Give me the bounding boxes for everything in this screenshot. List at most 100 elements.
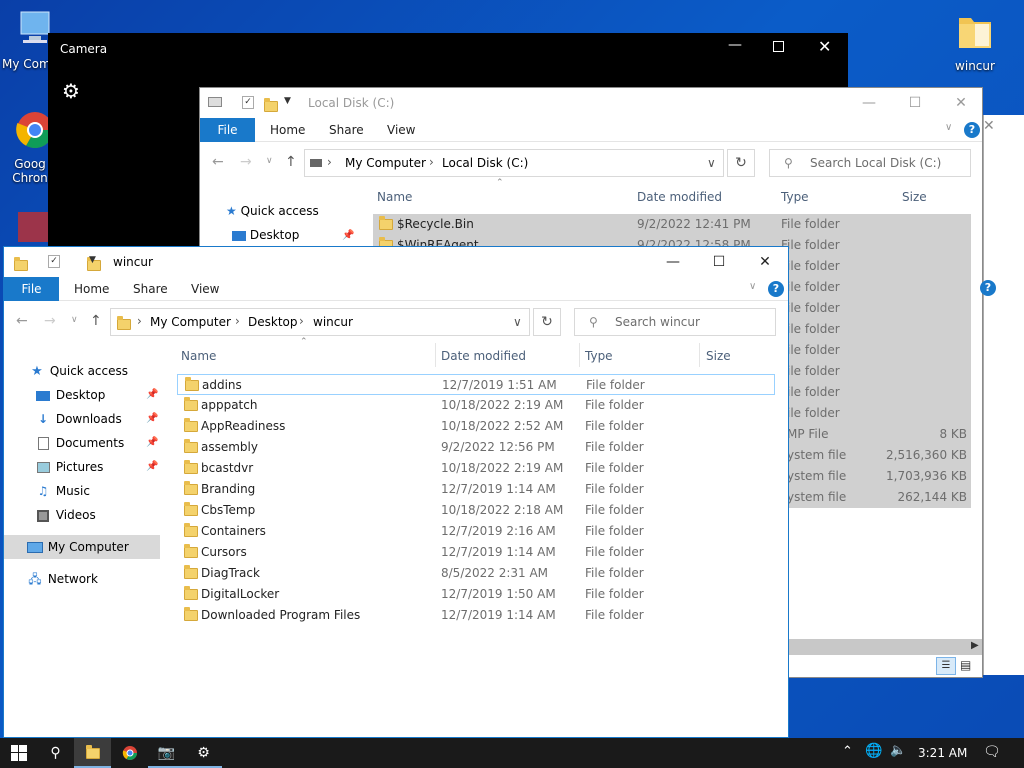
nav-item-videos[interactable]: Videos bbox=[34, 503, 96, 527]
nav-item-network[interactable]: 🖧 Network bbox=[26, 567, 98, 591]
network-icon[interactable]: 🌐 bbox=[865, 743, 882, 759]
nav-desktop[interactable]: Desktop bbox=[232, 223, 299, 247]
properties-icon[interactable]: ✓ bbox=[48, 255, 60, 268]
forward-icon[interactable]: → bbox=[44, 313, 56, 329]
address-bar[interactable]: › My Computer › Desktop › wincur ∨ bbox=[110, 308, 530, 336]
title-bar[interactable]: ✓ ▼ wincur — ☐ ✕ bbox=[4, 247, 788, 277]
nav-item-music[interactable]: ♫ Music bbox=[34, 479, 90, 503]
nav-item-downloads[interactable]: ↓ Downloads bbox=[34, 407, 122, 431]
back-icon[interactable]: ← bbox=[212, 154, 224, 170]
refresh-button[interactable]: ↻ bbox=[533, 308, 561, 336]
clock[interactable]: 3:21 AM bbox=[918, 746, 967, 760]
table-row[interactable]: CbsTemp 10/18/2022 2:18 AM File folder bbox=[177, 500, 775, 521]
column-header-date[interactable]: Date modified bbox=[637, 190, 722, 204]
tab-file[interactable]: File bbox=[200, 118, 255, 142]
minimize-button[interactable]: — bbox=[846, 88, 892, 118]
column-header-name[interactable]: Name bbox=[377, 190, 412, 204]
breadcrumb-item[interactable]: Desktop bbox=[248, 315, 298, 329]
qat-dropdown-icon[interactable]: ▼ bbox=[284, 96, 291, 106]
table-row[interactable]: Branding 12/7/2019 1:14 AM File folder bbox=[177, 479, 775, 500]
taskbar-file-explorer[interactable] bbox=[74, 738, 111, 768]
ribbon-expand-icon[interactable]: ∨ bbox=[945, 122, 952, 133]
table-row[interactable]: Containers 12/7/2019 2:16 AM File folder bbox=[177, 521, 775, 542]
qat-dropdown-icon[interactable]: ▼ bbox=[89, 255, 96, 265]
desktop-icon-partial[interactable] bbox=[18, 212, 48, 242]
chevron-up-icon[interactable]: ⌃ bbox=[842, 744, 853, 759]
tab-file[interactable]: File bbox=[4, 277, 59, 301]
pin-icon[interactable]: 📌 bbox=[146, 389, 158, 400]
breadcrumb-item[interactable]: My Computer bbox=[150, 315, 231, 329]
table-row[interactable]: $Recycle.Bin 9/2/2022 12:41 PM File folder bbox=[373, 214, 971, 235]
address-bar[interactable]: › My Computer › Local Disk (C:) ∨ bbox=[304, 149, 724, 177]
taskbar-chrome[interactable] bbox=[111, 738, 148, 768]
tab-view[interactable]: View bbox=[191, 277, 219, 301]
new-folder-icon[interactable] bbox=[264, 98, 278, 112]
up-icon[interactable]: ↑ bbox=[90, 313, 102, 329]
tab-home[interactable]: Home bbox=[74, 277, 109, 301]
help-icon[interactable]: ? bbox=[768, 281, 784, 297]
gear-icon[interactable]: ⚙ bbox=[62, 79, 80, 103]
tab-view[interactable]: View bbox=[387, 118, 415, 142]
table-row[interactable]: Cursors 12/7/2019 1:14 AM File folder bbox=[177, 542, 775, 563]
start-button[interactable] bbox=[0, 738, 37, 768]
table-row[interactable]: apppatch 10/18/2022 2:19 AM File folder bbox=[177, 395, 775, 416]
table-row[interactable]: addins 12/7/2019 1:51 AM File folder bbox=[177, 374, 775, 395]
forward-icon[interactable]: → bbox=[240, 154, 252, 170]
column-header-type[interactable]: Type bbox=[781, 190, 809, 204]
table-row[interactable]: bcastdvr 10/18/2022 2:19 AM File folder bbox=[177, 458, 775, 479]
recent-dropdown-icon[interactable]: ∨ bbox=[266, 156, 273, 166]
table-row[interactable]: Downloaded Program Files 12/7/2019 1:14 A… bbox=[177, 605, 775, 626]
explorer-window-wincur[interactable]: ✓ ▼ wincur — ☐ ✕ File Home Share View ∨ … bbox=[3, 246, 789, 738]
column-header-size[interactable]: Size bbox=[706, 349, 731, 363]
close-icon[interactable]: ✕ bbox=[983, 118, 995, 134]
column-header-type[interactable]: Type bbox=[585, 349, 613, 363]
column-header-name[interactable]: Name bbox=[181, 349, 216, 363]
title-bar[interactable]: ✓ ▼ Local Disk (C:) — ☐ ✕ bbox=[200, 88, 982, 118]
search-button[interactable]: ⚲ bbox=[37, 738, 74, 768]
table-row[interactable]: assembly 9/2/2022 12:56 PM File folder bbox=[177, 437, 775, 458]
pin-icon[interactable]: 📌 bbox=[146, 437, 158, 448]
close-button[interactable]: ✕ bbox=[938, 88, 982, 118]
address-dropdown-icon[interactable]: ∨ bbox=[513, 315, 522, 329]
table-row[interactable]: DiagTrack 8/5/2022 2:31 AM File folder bbox=[177, 563, 775, 584]
large-icons-view-icon[interactable]: ▤ bbox=[960, 658, 971, 672]
back-icon[interactable]: ← bbox=[16, 313, 28, 329]
pin-icon[interactable]: 📌 bbox=[146, 461, 158, 472]
table-row[interactable]: DigitalLocker 12/7/2019 1:50 AM File folde… bbox=[177, 584, 775, 605]
tab-share[interactable]: Share bbox=[329, 118, 364, 142]
volume-icon[interactable]: 🔈 bbox=[890, 743, 906, 758]
recent-dropdown-icon[interactable]: ∨ bbox=[71, 315, 78, 325]
search-input[interactable]: ⚲ Search Local Disk (C:) bbox=[769, 149, 971, 177]
address-dropdown-icon[interactable]: ∨ bbox=[707, 156, 716, 170]
column-header-size[interactable]: Size bbox=[902, 190, 927, 204]
pin-icon[interactable]: 📌 bbox=[146, 413, 158, 424]
table-row[interactable]: AppReadiness 10/18/2022 2:52 AM File folde… bbox=[177, 416, 775, 437]
nav-item-quick-access[interactable]: ★ Quick access bbox=[28, 359, 128, 384]
desktop-icon-wincur[interactable]: wincur bbox=[940, 10, 1010, 73]
scroll-right-icon[interactable]: ▶ bbox=[971, 640, 979, 651]
up-icon[interactable]: ↑ bbox=[285, 154, 297, 170]
tab-share[interactable]: Share bbox=[133, 277, 168, 301]
nav-item-my-computer[interactable]: My Computer bbox=[26, 535, 129, 559]
taskbar-settings[interactable]: ⚙ bbox=[185, 738, 222, 768]
nav-quick-access[interactable]: ★ Quick access bbox=[226, 199, 319, 223]
taskbar-camera[interactable]: 📷 bbox=[148, 738, 185, 768]
help-icon[interactable]: ? bbox=[980, 280, 996, 296]
maximize-button[interactable]: ☐ bbox=[696, 247, 742, 277]
minimize-icon[interactable]: — bbox=[728, 37, 742, 53]
properties-icon[interactable]: ✓ bbox=[242, 96, 254, 109]
close-icon[interactable]: ✕ bbox=[818, 37, 831, 56]
maximize-button[interactable]: ☐ bbox=[892, 88, 938, 118]
nav-item-pictures[interactable]: Pictures bbox=[34, 455, 103, 479]
notification-icon[interactable]: 🗨 bbox=[983, 744, 1001, 760]
nav-item-desktop[interactable]: Desktop bbox=[34, 383, 105, 407]
tab-home[interactable]: Home bbox=[270, 118, 305, 142]
horizontal-scrollbar[interactable] bbox=[788, 639, 982, 655]
search-input[interactable]: ⚲ Search wincur bbox=[574, 308, 776, 336]
minimize-button[interactable]: — bbox=[650, 247, 696, 277]
refresh-button[interactable]: ↻ bbox=[727, 149, 755, 177]
details-view-icon[interactable]: ☰ bbox=[936, 657, 956, 675]
maximize-icon[interactable] bbox=[773, 41, 784, 52]
nav-item-documents[interactable]: Documents bbox=[34, 431, 124, 455]
breadcrumb-item[interactable]: My Computer bbox=[345, 156, 426, 170]
